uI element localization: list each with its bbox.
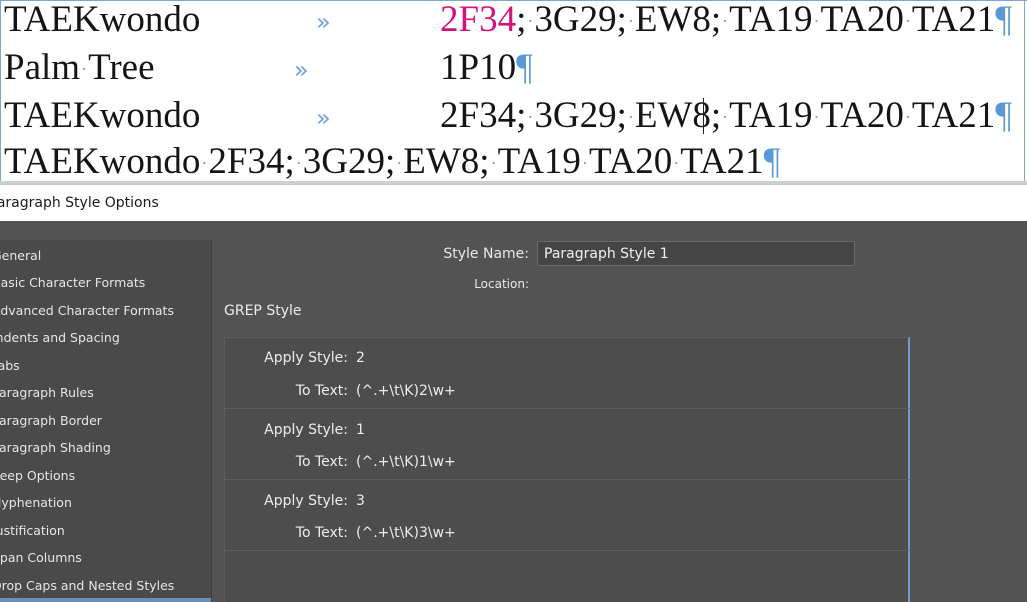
apply-style-label: Apply Style: bbox=[264, 350, 348, 366]
pilcrow-mark: ¶ bbox=[995, 95, 1013, 136]
sidebar-item-tabs[interactable]: Tabs bbox=[0, 352, 211, 379]
line-2-name: Palm·Tree bbox=[4, 47, 155, 88]
tab-marker: » bbox=[316, 8, 331, 36]
grep-rule[interactable]: Apply Style: 1 To Text: (^.+\t\K)1\w+ bbox=[225, 409, 909, 480]
sidebar-item-paragraph-border[interactable]: Paragraph Border bbox=[0, 407, 211, 434]
to-text-value[interactable]: (^.+\t\K)3\w+ bbox=[356, 525, 456, 541]
sidebar-item-basic-character-formats[interactable]: Basic Character Formats bbox=[0, 269, 211, 296]
options-sidebar[interactable]: General Basic Character Formats Advanced… bbox=[0, 240, 212, 602]
dialog-titlebar[interactable]: Paragraph Style Options bbox=[0, 184, 1027, 221]
to-text-label: To Text: bbox=[295, 383, 348, 399]
sidebar-selection-indicator bbox=[0, 598, 211, 602]
line-3-codes: 2F34;·3G29;·EW8;·TA19·TA20·TA21¶ bbox=[440, 95, 1013, 136]
grep-rules-list[interactable]: Apply Style: 2 To Text: (^.+\t\K)2\w+ Ap… bbox=[224, 337, 910, 602]
text-cursor bbox=[703, 98, 704, 134]
to-text-value[interactable]: (^.+\t\K)1\w+ bbox=[356, 454, 456, 470]
sidebar-item-hyphenation[interactable]: Hyphenation bbox=[0, 489, 211, 516]
apply-style-value[interactable]: 2 bbox=[356, 350, 365, 366]
sidebar-item-paragraph-rules[interactable]: Paragraph Rules bbox=[0, 379, 211, 406]
code-2F34-highlighted: 2F34 bbox=[440, 0, 517, 40]
style-name-input[interactable] bbox=[537, 241, 855, 266]
location-label: Location: bbox=[474, 277, 529, 291]
sidebar-item-general[interactable]: General bbox=[0, 242, 211, 269]
code-3G29: 3G29; bbox=[534, 0, 627, 40]
line-1-name: TAEKwondo bbox=[4, 0, 201, 40]
text-frame-right-edge bbox=[1024, 0, 1025, 184]
sidebar-item-span-columns[interactable]: Span Columns bbox=[0, 544, 211, 571]
text-frame-left-edge bbox=[0, 0, 1, 184]
grep-style-heading: GREP Style bbox=[224, 303, 302, 319]
sidebar-item-drop-caps-and-nested-styles[interactable]: Drop Caps and Nested Styles bbox=[0, 572, 211, 599]
line-2-codes: 1P10¶ bbox=[440, 47, 533, 88]
line-3-name: TAEKwondo bbox=[4, 95, 201, 136]
sidebar-item-indents-and-spacing[interactable]: Indents and Spacing bbox=[0, 324, 211, 351]
to-text-label: To Text: bbox=[295, 454, 348, 470]
apply-style-label: Apply Style: bbox=[264, 493, 348, 509]
apply-style-value[interactable]: 1 bbox=[356, 422, 365, 438]
line-4-full: TAEKwondo·2F34;·3G29;·EW8;·TA19·TA20·TA2… bbox=[4, 141, 781, 182]
sidebar-item-paragraph-shading[interactable]: Paragraph Shading bbox=[0, 434, 211, 461]
line-1-codes: 2F34;·3G29;·EW8;·TA19·TA20·TA21¶ bbox=[440, 0, 1013, 40]
grep-rule[interactable]: Apply Style: 2 To Text: (^.+\t\K)2\w+ bbox=[225, 338, 909, 409]
apply-style-value[interactable]: 3 bbox=[356, 493, 365, 509]
style-name-label: Style Name: bbox=[443, 246, 529, 262]
sidebar-item-justification[interactable]: Justification bbox=[0, 517, 211, 544]
grep-rule[interactable]: Apply Style: 3 To Text: (^.+\t\K)3\w+ bbox=[225, 480, 909, 551]
pilcrow-mark: ¶ bbox=[995, 0, 1013, 40]
apply-style-label: Apply Style: bbox=[264, 422, 348, 438]
tab-marker: » bbox=[316, 104, 331, 132]
to-text-label: To Text: bbox=[295, 525, 348, 541]
pilcrow-mark: ¶ bbox=[763, 141, 781, 182]
to-text-value[interactable]: (^.+\t\K)2\w+ bbox=[356, 383, 456, 399]
grep-style-panel: Style Name: Location: GREP Style Apply S… bbox=[213, 221, 1027, 602]
document-text-frame[interactable]: TAEKwondo » 2F34;·3G29;·EW8;·TA19·TA20·T… bbox=[0, 0, 1027, 184]
tab-marker: » bbox=[294, 56, 309, 84]
pilcrow-mark: ¶ bbox=[516, 47, 533, 88]
sidebar-item-advanced-character-formats[interactable]: Advanced Character Formats bbox=[0, 297, 211, 324]
dialog-title: Paragraph Style Options bbox=[0, 195, 159, 211]
sidebar-item-keep-options[interactable]: Keep Options bbox=[0, 462, 211, 489]
